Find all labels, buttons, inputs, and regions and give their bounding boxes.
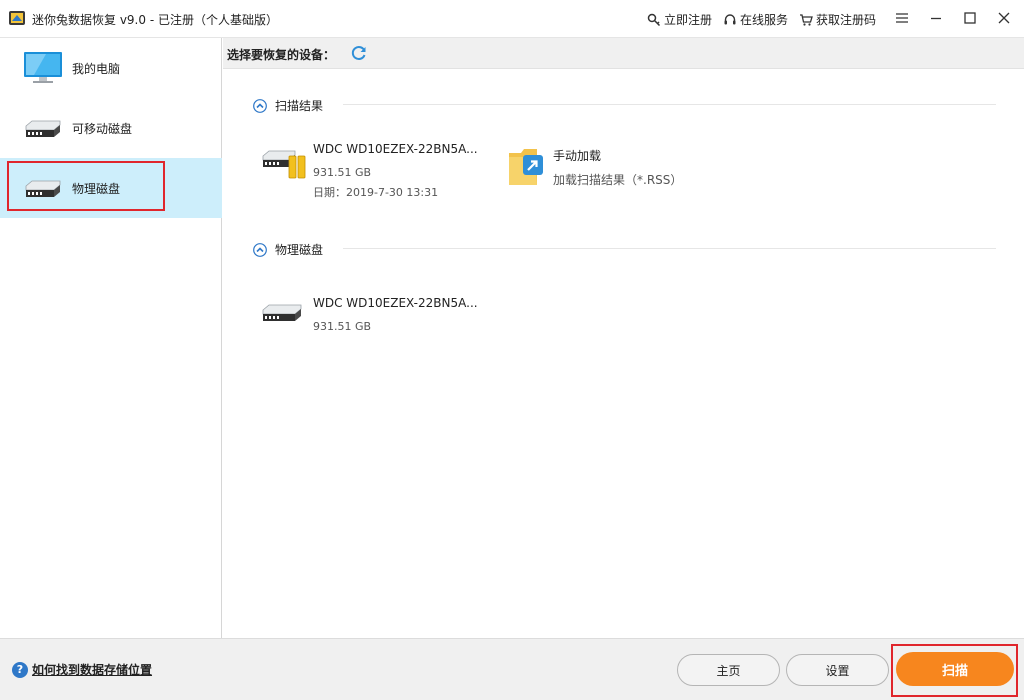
section-physical-disks: 物理磁盘 xyxy=(253,241,323,258)
key-icon xyxy=(647,13,661,26)
drive-icon xyxy=(25,120,61,137)
collapse-toggle-icon[interactable] xyxy=(253,242,267,257)
app-logo-icon xyxy=(9,11,25,25)
section-divider xyxy=(343,248,996,249)
footer: ? 如何找到数据存储位置 主页 设置 扫描 xyxy=(0,638,1024,700)
refresh-icon[interactable] xyxy=(350,44,368,62)
sidebar-item-label: 可移动磁盘 xyxy=(72,121,133,136)
device-name: WDC WD10EZEX-22BN5A... xyxy=(313,142,478,156)
home-button[interactable]: 主页 xyxy=(677,654,780,686)
section-divider xyxy=(343,104,996,105)
maximize-icon xyxy=(964,12,976,24)
manual-load-item[interactable]: 手动加载 加载扫描结果（*.RSS） xyxy=(507,145,707,193)
scan-result-device[interactable]: WDC WD10EZEX-22BN5A... 931.51 GB 日期：2019… xyxy=(261,142,481,202)
main-content: 扫描结果 WDC WD10EZEX-22BN5A... 931.51 GB 日期… xyxy=(223,69,1024,638)
register-now-link[interactable]: 立即注册 xyxy=(647,11,712,28)
drive-icon xyxy=(262,150,306,179)
device-name: WDC WD10EZEX-22BN5A... xyxy=(313,296,478,310)
online-service-label: 在线服务 xyxy=(740,13,789,27)
get-code-label: 获取注册码 xyxy=(816,13,877,27)
minimize-button[interactable] xyxy=(918,4,954,32)
manual-load-title: 手动加载 xyxy=(553,149,602,163)
device-size: 931.51 GB xyxy=(313,166,372,179)
device-size: 931.51 GB xyxy=(313,320,372,333)
monitor-icon xyxy=(24,52,62,83)
scan-button[interactable]: 扫描 xyxy=(896,652,1014,686)
drive-icon xyxy=(262,304,302,321)
manual-load-desc: 加载扫描结果（*.RSS） xyxy=(553,173,683,187)
sidebar-item-my-computer[interactable]: 我的电脑 xyxy=(0,38,222,98)
settings-button[interactable]: 设置 xyxy=(786,654,889,686)
section-title: 物理磁盘 xyxy=(275,243,324,257)
device-header: 选择要恢复的设备： xyxy=(223,38,1024,69)
section-title: 扫描结果 xyxy=(275,99,324,113)
sidebar-item-label: 我的电脑 xyxy=(72,61,121,76)
selection-highlight-box xyxy=(7,161,165,211)
online-service-link[interactable]: 在线服务 xyxy=(723,11,788,28)
get-code-link[interactable]: 获取注册码 xyxy=(799,11,876,28)
help-link[interactable]: ? 如何找到数据存储位置 xyxy=(12,661,152,678)
cart-icon xyxy=(800,13,813,26)
sidebar: 我的电脑 可移动磁盘 物理磁盘 xyxy=(0,38,222,638)
sidebar-item-physical-disk[interactable]: 物理磁盘 xyxy=(0,158,222,218)
device-header-label: 选择要恢复的设备： xyxy=(227,48,336,62)
scan-date: 日期：2019-7-30 13:31 xyxy=(313,186,439,199)
maximize-button[interactable] xyxy=(952,4,988,32)
question-icon: ? xyxy=(12,661,28,678)
folder-load-icon xyxy=(509,149,543,185)
hamburger-icon xyxy=(896,13,908,23)
menu-button[interactable] xyxy=(884,4,920,32)
close-icon xyxy=(998,12,1010,24)
headset-icon xyxy=(724,13,736,24)
help-link-label: 如何找到数据存储位置 xyxy=(32,663,153,677)
close-button[interactable] xyxy=(986,4,1022,32)
sidebar-item-removable-disk[interactable]: 可移动磁盘 xyxy=(0,98,222,158)
title-bar: 迷你兔数据恢复 v9.0 - 已注册（个人基础版） 立即注册 在线服务 获取注册… xyxy=(0,0,1024,38)
window-title: 迷你兔数据恢复 v9.0 - 已注册（个人基础版） xyxy=(32,13,278,27)
collapse-toggle-icon[interactable] xyxy=(253,98,267,113)
physical-disk-device[interactable]: WDC WD10EZEX-22BN5A... 931.51 GB xyxy=(261,296,481,341)
section-scan-results: 扫描结果 xyxy=(253,97,323,114)
register-now-label: 立即注册 xyxy=(664,13,713,27)
minimize-icon xyxy=(931,17,941,20)
